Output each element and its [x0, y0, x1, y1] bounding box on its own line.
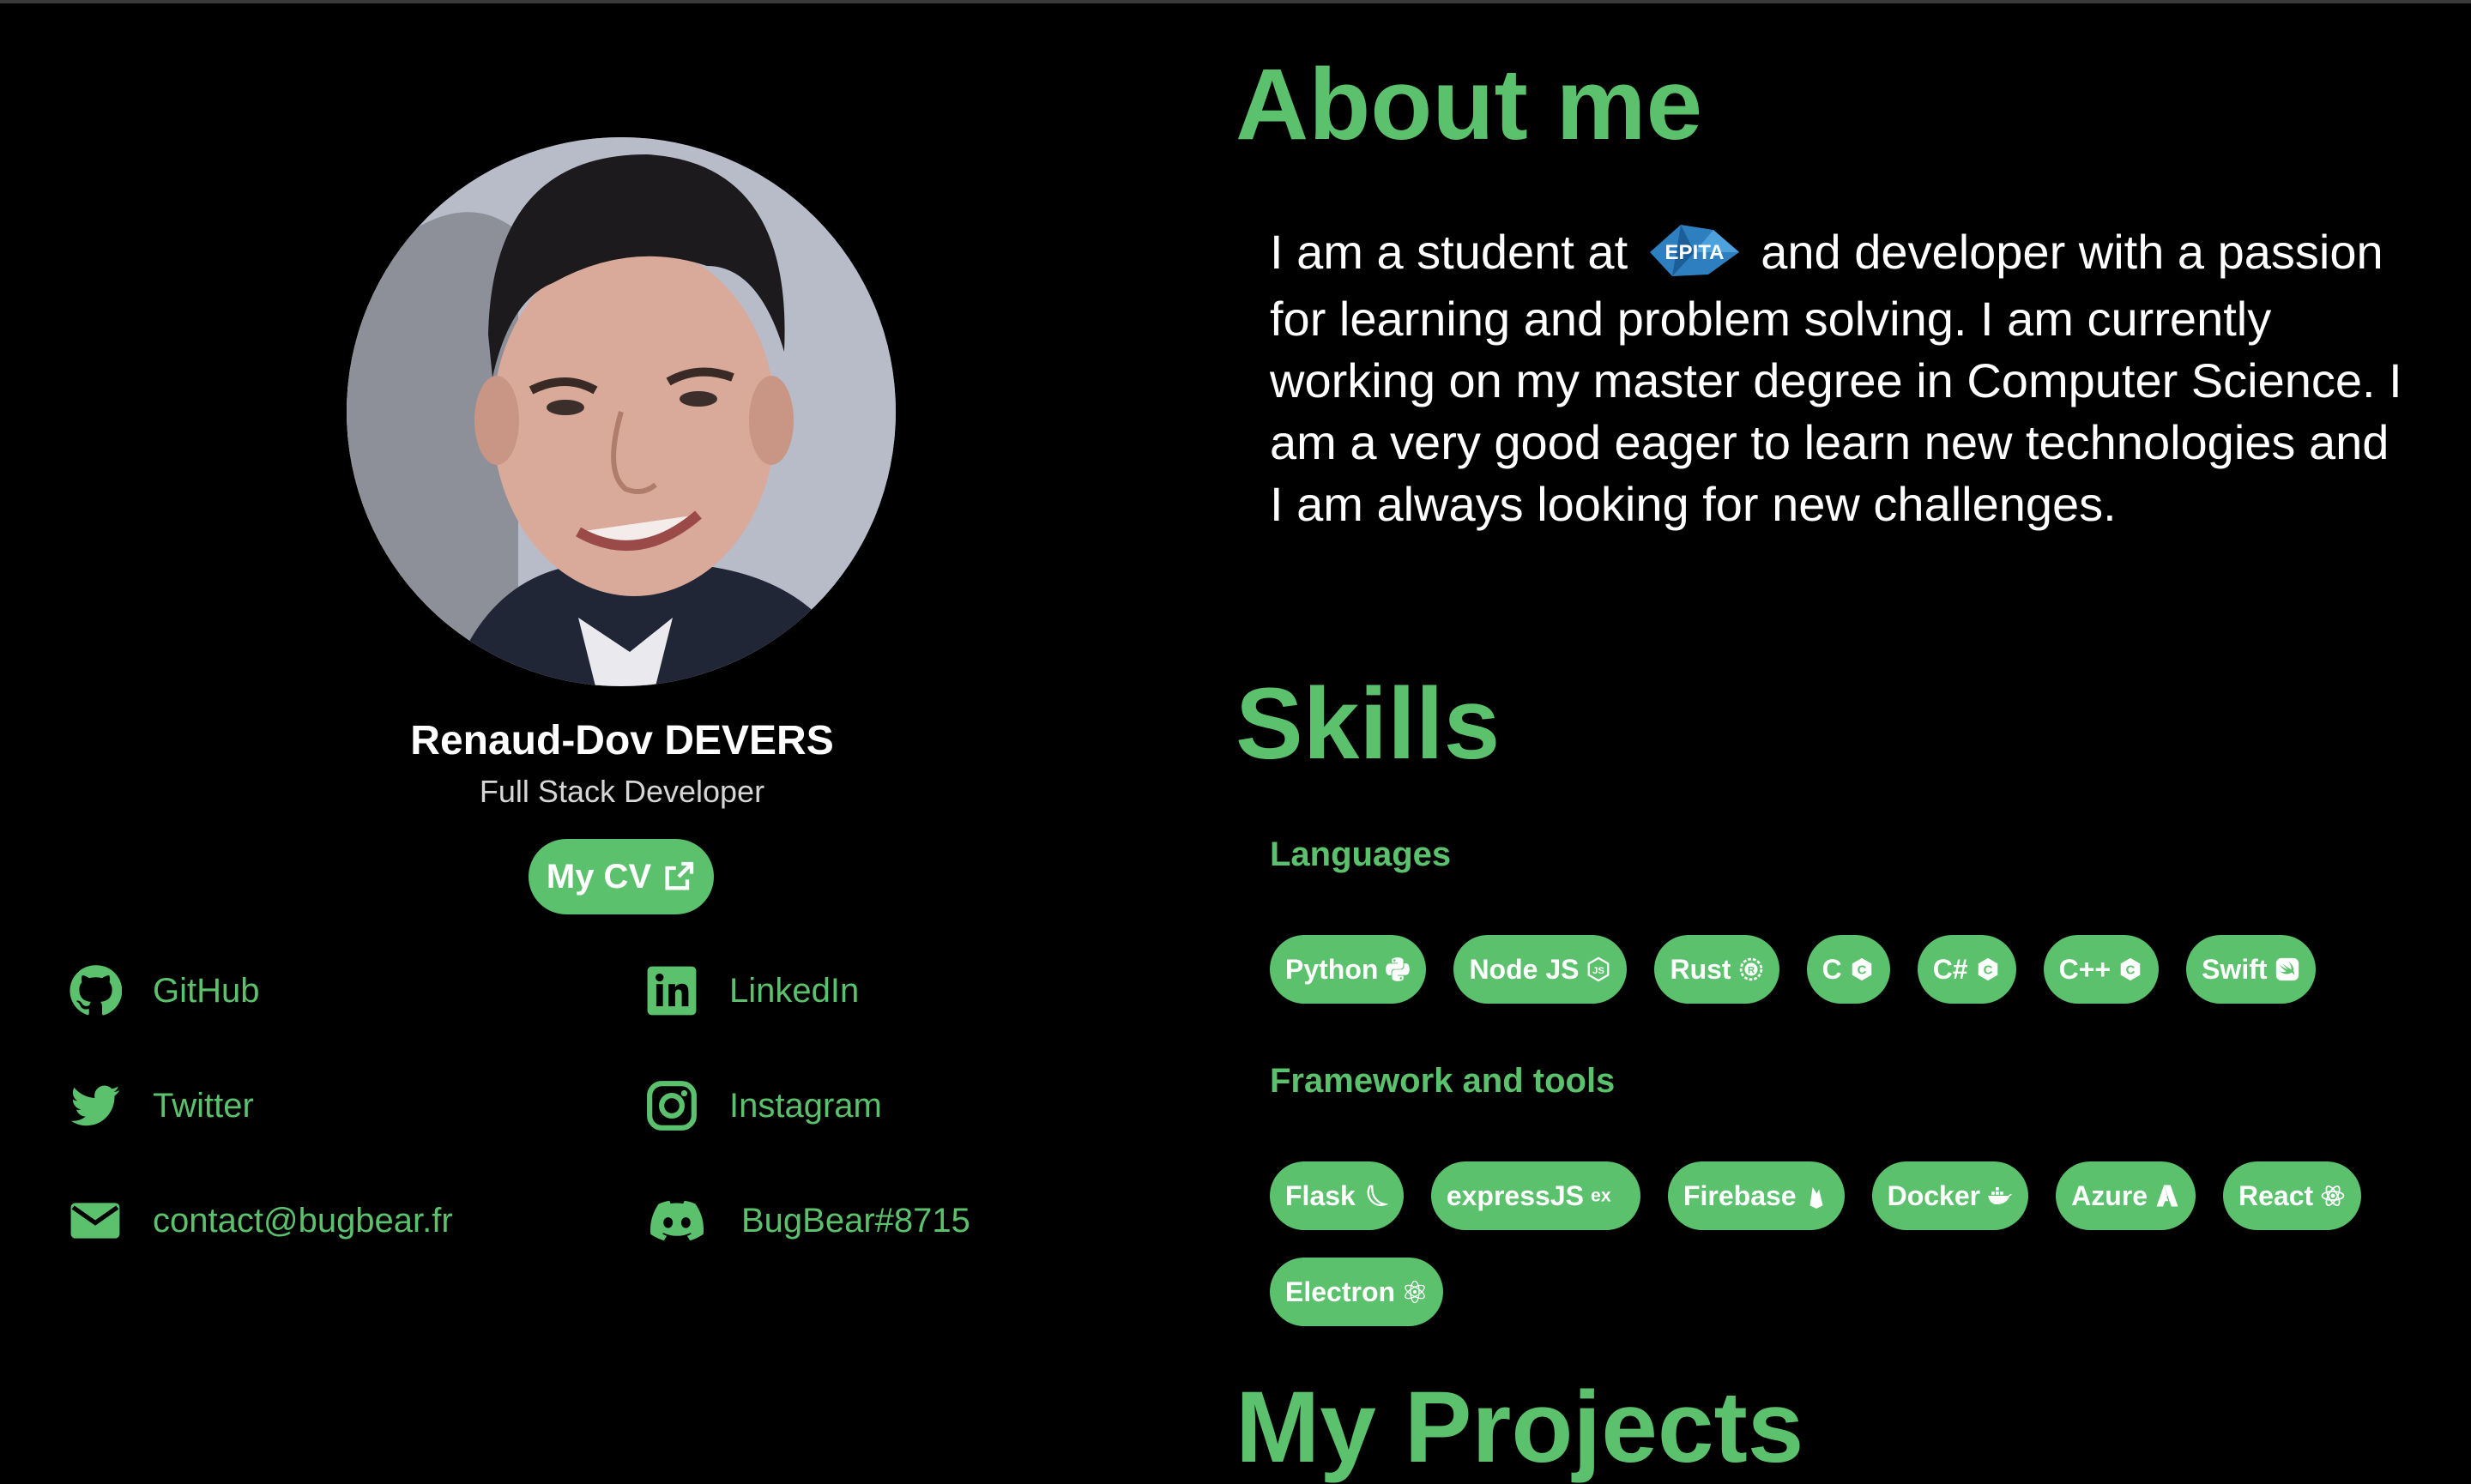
chip-c: CC	[1806, 935, 1890, 1004]
react-icon	[2320, 1183, 2346, 1209]
profile-name: Renaud-Dov DEVERS	[410, 718, 834, 763]
epita-logo: EPITA	[1646, 218, 1743, 283]
social-link-email[interactable]: contact@bugbear.fr	[67, 1192, 453, 1249]
profile-panel: Renaud-Dov DEVERS Full Stack Developer M…	[0, 0, 1244, 1410]
svg-text:C: C	[2126, 963, 2136, 978]
chip-label: Python	[1285, 953, 1379, 985]
swift-icon	[2275, 956, 2300, 982]
chip-react: React	[2222, 1161, 2362, 1230]
chip-express: expressJS ex	[1430, 1161, 1640, 1230]
chip-label: Azure	[2071, 1179, 2148, 1211]
chip-label: Swift	[2202, 953, 2268, 985]
chip-firebase: Firebase	[1667, 1161, 1845, 1230]
azure-icon	[2154, 1183, 2180, 1209]
chip-python: Python	[1270, 935, 1427, 1004]
external-link-icon	[665, 861, 694, 890]
social-label-linkedin: LinkedIn	[729, 971, 860, 1010]
svg-text:C: C	[1857, 963, 1866, 978]
firebase-icon	[1803, 1183, 1829, 1209]
cv-button[interactable]: My CV	[529, 839, 714, 914]
mail-icon	[67, 1192, 124, 1249]
chip-electron: Electron	[1270, 1258, 1444, 1326]
chip-label: C++	[2058, 953, 2112, 985]
social-link-twitter[interactable]: Twitter	[67, 1077, 254, 1134]
avatar	[347, 137, 896, 686]
social-label-instagram: Instagram	[729, 1086, 882, 1125]
chip-azure: Azure	[2056, 1161, 2196, 1230]
chip-csharp: C# C	[1917, 935, 2016, 1004]
projects-heading: My Projects	[1236, 1371, 1804, 1484]
flask-icon	[1362, 1183, 1388, 1209]
chip-label: Electron	[1285, 1276, 1396, 1307]
social-label-twitter: Twitter	[153, 1086, 254, 1125]
cv-button-label: My CV	[546, 857, 652, 896]
chip-rust: Rust R	[1654, 935, 1779, 1004]
electron-icon	[1402, 1279, 1428, 1305]
social-label-github: GitHub	[153, 971, 260, 1010]
social-label-email: contact@bugbear.fr	[153, 1201, 453, 1240]
profile-role: Full Stack Developer	[479, 774, 765, 809]
python-icon	[1385, 956, 1411, 982]
social-link-discord[interactable]: BugBear#8715	[649, 1192, 970, 1249]
chip-label: Flask	[1285, 1179, 1356, 1211]
social-link-linkedin[interactable]: LinkedIn	[643, 962, 859, 1019]
tools-heading: Framework and tools	[1270, 1062, 1616, 1100]
chip-label: Firebase	[1683, 1179, 1797, 1211]
svg-text:R: R	[1748, 965, 1755, 975]
chip-flask: Flask	[1270, 1161, 1404, 1230]
linkedin-icon	[643, 962, 700, 1019]
chip-label: Node JS	[1469, 953, 1580, 985]
skills-heading: Skills	[1236, 667, 1501, 781]
docker-icon	[1987, 1183, 2013, 1209]
tools-chip-list: Flask expressJS ex Firebase Docker Azure …	[1270, 1161, 2437, 1326]
social-link-instagram[interactable]: Instagram	[643, 1077, 882, 1134]
languages-heading: Languages	[1270, 836, 1452, 873]
express-icon: ex	[1591, 1183, 1625, 1209]
chip-swift: Swift	[2186, 935, 2316, 1004]
about-heading: About me	[1236, 48, 1703, 161]
languages-chip-list: Python Node JS JS Rust R CC C# C C++ C Swift	[1270, 935, 2437, 1004]
instagram-icon	[643, 1077, 700, 1134]
about-paragraph: I am a student at EPITA and developer wi…	[1270, 221, 2402, 535]
chip-nodejs: Node JS JS	[1453, 935, 1628, 1004]
chip-label: Rust	[1670, 953, 1731, 985]
chip-label: C	[1822, 953, 1842, 985]
social-label-discord: BugBear#8715	[741, 1201, 970, 1240]
github-icon	[67, 962, 124, 1019]
c-icon: C	[1849, 956, 1875, 982]
chip-label: Docker	[1887, 1179, 1981, 1211]
chip-label: C#	[1932, 953, 1968, 985]
svg-text:JS: JS	[1593, 966, 1605, 976]
rust-icon: R	[1738, 956, 1764, 982]
csharp-icon: C	[1975, 956, 2001, 982]
chip-label: React	[2238, 1179, 2314, 1211]
cpp-icon: C	[2118, 956, 2143, 982]
discord-icon	[649, 1192, 705, 1249]
svg-text:ex: ex	[1591, 1185, 1611, 1205]
twitter-icon	[67, 1077, 124, 1134]
about-text-before-logo: I am a student at	[1270, 225, 1628, 279]
chip-label: expressJS	[1446, 1179, 1584, 1211]
epita-logo-text: EPITA	[1664, 241, 1724, 264]
svg-text:C: C	[1983, 963, 1992, 978]
social-link-github[interactable]: GitHub	[67, 962, 260, 1019]
chip-cpp: C++ C	[2043, 935, 2160, 1004]
profile-photo	[347, 137, 896, 686]
chip-docker: Docker	[1871, 1161, 2029, 1230]
nodejs-icon: JS	[1586, 956, 1611, 982]
